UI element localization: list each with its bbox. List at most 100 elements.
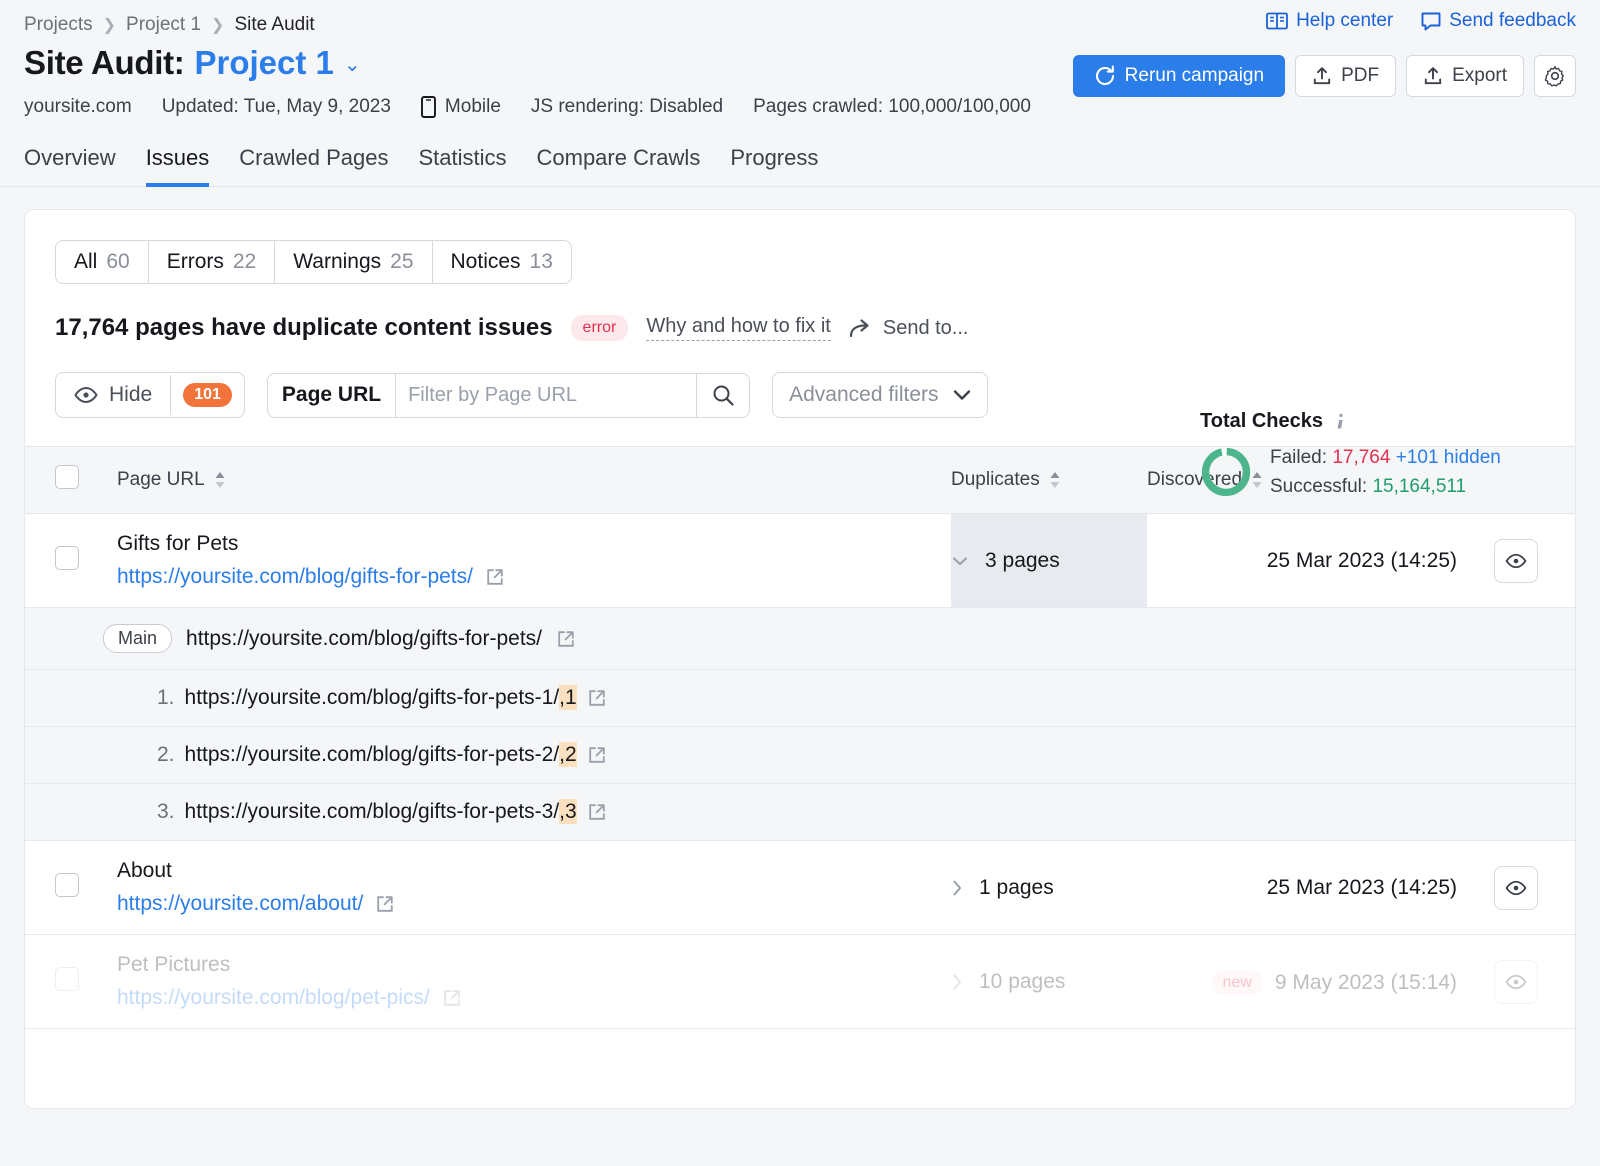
external-link-icon[interactable] — [442, 988, 462, 1008]
row-page-url-cell: Abouthttps://yoursite.com/about/ — [117, 841, 951, 935]
issue-header: 17,764 pages have duplicate content issu… — [55, 314, 1575, 342]
sub-row-url-highlight: ,1 — [559, 685, 577, 710]
row-select-cell — [25, 935, 117, 1029]
sub-row-url[interactable]: https://yoursite.com/blog/gifts-for-pets… — [185, 743, 577, 767]
table-row[interactable]: Abouthttps://yoursite.com/about/1 pages 2… — [25, 841, 1575, 935]
page-url-header-label: Page URL — [117, 469, 205, 491]
help-center-link[interactable]: Help center — [1266, 10, 1393, 32]
issues-table: Page URL Duplicates — [25, 446, 1575, 1029]
pdf-button[interactable]: PDF — [1295, 55, 1396, 97]
chevron-down-icon — [953, 389, 971, 401]
meta-js-rendering: JS rendering: Disabled — [531, 96, 723, 118]
eye-icon — [74, 386, 98, 404]
row-duplicates-cell[interactable]: 1 pages — [951, 841, 1147, 935]
external-link-icon[interactable] — [375, 894, 395, 914]
table-sub-row: 2. https://yoursite.com/blog/gifts-for-pe… — [25, 727, 1575, 784]
row-duplicates-cell[interactable]: 10 pages — [951, 935, 1147, 1029]
table-row[interactable]: Pet Pictureshttps://yoursite.com/blog/pe… — [25, 935, 1575, 1029]
search-input[interactable] — [396, 374, 696, 417]
sub-row-index: 1. — [157, 686, 175, 710]
rerun-campaign-button[interactable]: Rerun campaign — [1073, 55, 1285, 97]
meta-pages-crawled: Pages crawled: 100,000/100,000 — [753, 96, 1031, 118]
select-all-checkbox[interactable] — [55, 465, 79, 489]
row-hide-toggle-button[interactable] — [1494, 866, 1538, 910]
project-selector[interactable]: Project 1 — [194, 44, 333, 82]
row-duplicates-count: 1 pages — [979, 876, 1054, 900]
chevron-right-icon: ❯ — [103, 15, 116, 35]
search-button[interactable] — [696, 374, 749, 417]
external-link-icon[interactable] — [556, 629, 576, 649]
info-icon[interactable] — [1333, 412, 1349, 432]
export-button[interactable]: Export — [1406, 55, 1524, 97]
hide-label: Hide — [109, 383, 152, 407]
row-page-url-link[interactable]: https://yoursite.com/about/ — [117, 892, 363, 916]
row-page-url-link[interactable]: https://yoursite.com/blog/gifts-for-pets… — [117, 565, 473, 589]
page-header: Projects ❯ Project 1 ❯ Site Audit Help c… — [0, 0, 1600, 187]
segment-notices[interactable]: Notices 13 — [433, 241, 571, 283]
tab-overview[interactable]: Overview — [24, 145, 116, 187]
send-to-button[interactable]: Send to... — [849, 317, 969, 340]
sub-row-cell: 2. https://yoursite.com/blog/gifts-for-pe… — [25, 727, 1575, 784]
external-link-icon[interactable] — [587, 802, 607, 822]
page-url-filter: Page URL — [267, 373, 750, 418]
page-url-column-header[interactable]: Page URL — [117, 447, 951, 514]
settings-button[interactable] — [1534, 55, 1576, 97]
sub-row-url[interactable]: https://yoursite.com/blog/gifts-for-pets… — [186, 627, 542, 651]
external-link-icon[interactable] — [587, 688, 607, 708]
breadcrumb-item-project-1[interactable]: Project 1 — [126, 14, 201, 36]
sub-row-url[interactable]: https://yoursite.com/blog/gifts-for-pets… — [185, 800, 577, 824]
breadcrumb-item-site-audit: Site Audit — [234, 14, 314, 36]
row-discovered-cell: 25 Mar 2023 (14:25) — [1147, 841, 1457, 935]
total-checks-header: Total Checks — [1200, 410, 1540, 433]
row-page-url-link[interactable]: https://yoursite.com/blog/pet-pics/ — [117, 986, 430, 1010]
chevron-right-icon[interactable] — [951, 973, 963, 991]
hide-count-badge: 101 — [183, 383, 232, 407]
new-badge: new — [1212, 971, 1263, 995]
row-duplicates-cell[interactable]: 3 pages — [951, 514, 1147, 608]
chevron-down-icon[interactable]: ⌄ — [344, 52, 361, 77]
external-link-icon[interactable] — [587, 745, 607, 765]
chevron-right-icon[interactable] — [951, 879, 963, 897]
row-checkbox[interactable] — [55, 873, 79, 897]
sub-row-index: 3. — [157, 800, 175, 824]
sort-icon — [1048, 470, 1062, 490]
advanced-filters-label: Advanced filters — [789, 383, 938, 407]
segment-all-label: All — [74, 250, 97, 274]
breadcrumb-item-projects[interactable]: Projects — [24, 14, 93, 36]
book-icon — [1266, 12, 1288, 30]
table-sub-row: 3. https://yoursite.com/blog/gifts-for-pe… — [25, 784, 1575, 841]
hide-button[interactable]: Hide — [56, 373, 170, 417]
tab-issues[interactable]: Issues — [146, 145, 210, 187]
row-discovered-date: 25 Mar 2023 (14:25) — [1267, 549, 1457, 573]
segment-errors[interactable]: Errors 22 — [149, 241, 276, 283]
why-and-how-to-fix-link[interactable]: Why and how to fix it — [646, 315, 831, 341]
advanced-filters-dropdown[interactable]: Advanced filters — [772, 372, 987, 418]
row-checkbox[interactable] — [55, 546, 79, 570]
meta-device: Mobile — [421, 96, 501, 118]
table-sub-row: Mainhttps://yoursite.com/blog/gifts-for-… — [25, 608, 1575, 670]
sub-row-url-highlight: ,3 — [559, 799, 577, 824]
external-link-icon[interactable] — [485, 567, 505, 587]
sub-row-index: 2. — [157, 743, 175, 767]
total-checks-failed-line: Failed: 17,764 +101 hidden — [1270, 443, 1501, 472]
segment-errors-count: 22 — [233, 250, 256, 274]
sub-row-url[interactable]: https://yoursite.com/blog/gifts-for-pets… — [185, 686, 577, 710]
row-checkbox[interactable] — [55, 967, 79, 991]
row-hide-toggle-button[interactable] — [1494, 539, 1538, 583]
duplicates-column-header[interactable]: Duplicates — [951, 447, 1147, 514]
export-label: Export — [1452, 65, 1507, 87]
total-checks-success-line: Successful: 15,164,511 — [1270, 472, 1501, 501]
tab-compare-crawls[interactable]: Compare Crawls — [537, 145, 701, 187]
table-row[interactable]: Gifts for Petshttps://yoursite.com/blog/… — [25, 514, 1575, 608]
segment-warnings[interactable]: Warnings 25 — [275, 241, 432, 283]
success-value: 15,164,511 — [1372, 476, 1466, 497]
chevron-down-icon[interactable] — [951, 555, 969, 567]
row-hide-toggle-button[interactable] — [1494, 960, 1538, 1004]
hidden-link[interactable]: +101 hidden — [1396, 447, 1501, 468]
tab-crawled-pages[interactable]: Crawled Pages — [239, 145, 388, 187]
send-feedback-link[interactable]: Send feedback — [1421, 10, 1576, 32]
tab-progress[interactable]: Progress — [730, 145, 818, 187]
segment-all[interactable]: All 60 — [56, 241, 149, 283]
tab-statistics[interactable]: Statistics — [418, 145, 506, 187]
row-select-cell — [25, 841, 117, 935]
